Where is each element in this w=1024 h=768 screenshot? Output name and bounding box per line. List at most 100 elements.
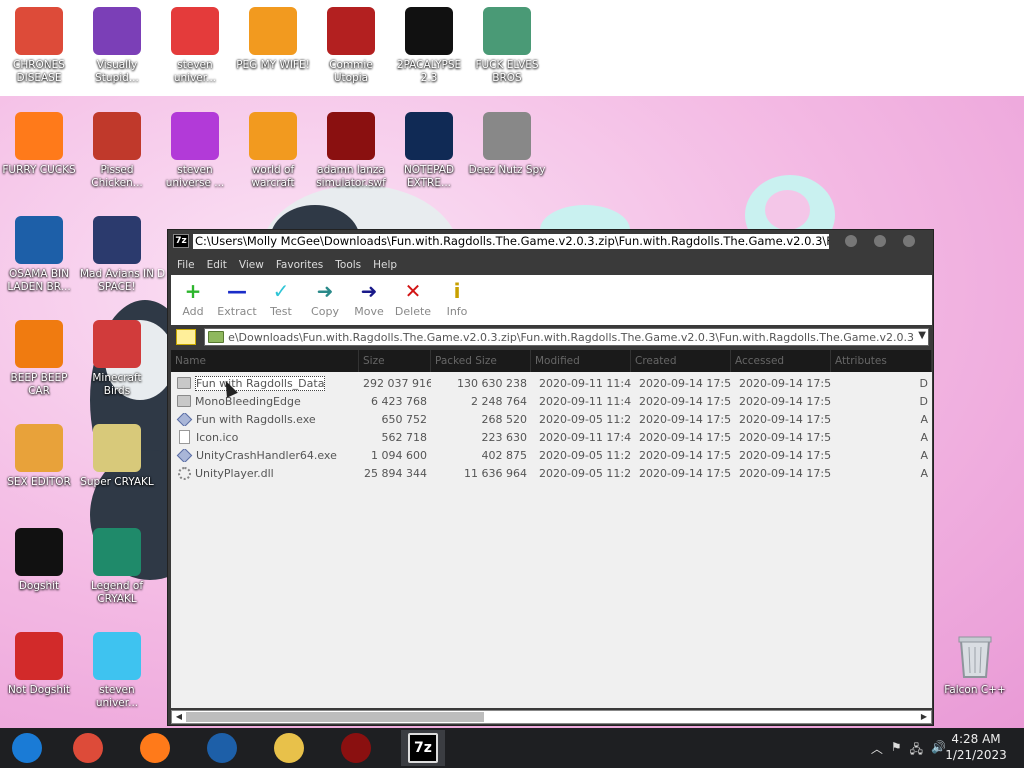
desktop-icon-commie-utopia[interactable]: Commie Utopia: [312, 7, 390, 85]
7zip-app-icon[interactable]: 7z: [173, 234, 189, 248]
desktop-icon-steven-univer[interactable]: steven univer...: [156, 7, 234, 85]
desktop-icon-chrones-disease[interactable]: CHRONES DISEASE: [0, 7, 78, 85]
desktop-icon-deez-nutz-spy[interactable]: Deez Nutz Spy: [468, 112, 546, 177]
address-field[interactable]: C:\Users\Molly McGee\Downloads\Fun.with.…: [204, 328, 929, 346]
file-list[interactable]: Name Size Packed Size Modified Created Access…: [171, 350, 932, 708]
desktop-icon-notepad-extre[interactable]: NOTEPAD EXTRE...: [390, 112, 468, 190]
chevron-down-icon[interactable]: ▼: [918, 330, 926, 341]
table-row[interactable]: UnityCrashHandler64.exe 1 094 600 402 875 2…: [171, 446, 932, 464]
column-attributes[interactable]: Attributes: [831, 350, 932, 372]
table-row[interactable]: Fun with Ragdolls.exe 650 752 268 520 2020-…: [171, 410, 932, 428]
menu-bar: File Edit View Favorites Tools Help: [171, 255, 932, 274]
column-size[interactable]: Size: [359, 350, 431, 372]
up-folder-button[interactable]: [176, 329, 196, 345]
desktop-icon-sex-editor[interactable]: SEX EDITOR: [0, 424, 78, 489]
column-created[interactable]: Created: [631, 350, 731, 372]
extract-button[interactable]: — Extract: [215, 275, 259, 325]
desktop-icon-mad-avians-in-space[interactable]: Mad Avians IN SPACE!: [78, 216, 156, 294]
cell-created: 2020-09-14 17:57: [639, 430, 731, 444]
column-name[interactable]: Name: [171, 350, 359, 372]
menu-favorites[interactable]: Favorites: [270, 259, 329, 271]
desktop-icon-steven-univer[interactable]: steven univer...: [78, 632, 156, 710]
cell-accessed: 2020-09-14 17:57: [739, 448, 831, 462]
column-accessed[interactable]: Accessed: [731, 350, 831, 372]
desktop-icon-minecraft-birds[interactable]: Minecraft Birds: [78, 320, 156, 398]
column-header: Name Size Packed Size Modified Created Access…: [171, 350, 932, 372]
table-row[interactable]: UnityPlayer.dll 25 894 344 11 636 964 2020-…: [171, 464, 932, 482]
taskbar-chrome-button[interactable]: [66, 730, 110, 766]
vlc-icon: [15, 320, 63, 368]
table-row[interactable]: Icon.ico 562 718 223 630 2020-09-11 17:43 20…: [171, 428, 932, 446]
scroll-thumb[interactable]: [186, 712, 484, 722]
add-button[interactable]: + Add: [171, 275, 215, 325]
horizontal-scrollbar[interactable]: ◀ ▶: [171, 710, 932, 724]
scroll-left-button[interactable]: ◀: [173, 712, 185, 722]
taskbar-start-button[interactable]: [5, 730, 49, 766]
file-name: Fun with Ragdolls.exe: [196, 412, 316, 426]
desktop-icon-super-cryakl[interactable]: Super CRYAKL: [78, 424, 156, 489]
flag-icon[interactable]: ⚑: [891, 740, 902, 761]
maximize-button[interactable]: [874, 235, 886, 247]
desktop-icon-visually-stupid[interactable]: Visually Stupid...: [78, 7, 156, 85]
angry-birds-icon: [93, 320, 141, 368]
title-bar[interactable]: 7z C:\Users\Molly McGee\Downloads\Fun.wi…: [168, 230, 933, 253]
move-button[interactable]: ➜ Move: [347, 275, 391, 325]
taskbar-file-explorer-button[interactable]: [267, 730, 311, 766]
7zip-window[interactable]: 7z C:\Users\Molly McGee\Downloads\Fun.wi…: [167, 229, 934, 726]
visual-studio-icon: [93, 7, 141, 55]
start-icon: [12, 733, 42, 763]
address-path[interactable]: C:\Users\Molly McGee\Downloads\Fun.with.…: [228, 331, 914, 344]
toolbar-label: Delete: [394, 305, 432, 318]
desktop-icon-pissed-chicken[interactable]: Pissed Chicken...: [78, 112, 156, 190]
desktop-icon-fuck-elves-bros[interactable]: FUCK ELVES BROS: [468, 7, 546, 85]
test-button[interactable]: ✓ Test: [259, 275, 303, 325]
address-bar: C:\Users\Molly McGee\Downloads\Fun.with.…: [171, 326, 932, 348]
obama-logo-icon: [207, 733, 237, 763]
delete-button[interactable]: ✕ Delete: [391, 275, 435, 325]
desktop-icon-world-of-warcraft[interactable]: world of warcraft: [234, 112, 312, 190]
menu-tools[interactable]: Tools: [329, 259, 367, 271]
taskbar-7zip-button[interactable]: 7z: [401, 730, 445, 766]
desktop-icon-peg-my-wife[interactable]: PEG MY WIFE!: [234, 7, 312, 72]
scroll-right-button[interactable]: ▶: [918, 712, 930, 722]
desktop-icon-legend-of-cryakl[interactable]: Legend of CRYAKL: [78, 528, 156, 606]
desktop-icon-2pacalypse-2-3[interactable]: 2PACALYPSE 2.3: [390, 7, 468, 85]
desktop-icon-falcon-cpp[interactable]: Falcon C++: [936, 632, 1014, 697]
move-icon: ➜: [360, 279, 378, 303]
elf-icon: [483, 7, 531, 55]
cell-packed: 130 630 238: [457, 376, 527, 390]
menu-edit[interactable]: Edit: [201, 259, 233, 271]
copy-button[interactable]: ➜ Copy: [303, 275, 347, 325]
menu-view[interactable]: View: [233, 259, 270, 271]
cell-modified: 2020-09-11 17:43: [539, 430, 631, 444]
table-row[interactable]: MonoBleedingEdge 6 423 768 2 248 764 2020-0…: [171, 392, 932, 410]
menu-help[interactable]: Help: [367, 259, 403, 271]
desktop-icon-steven-universe[interactable]: steven universe ...: [156, 112, 234, 190]
minimize-button[interactable]: [845, 235, 857, 247]
taskbar-obama-logo-button[interactable]: [200, 730, 244, 766]
partial-icon-label: D: [157, 268, 166, 280]
desktop-icon-dogshit[interactable]: Dogshit: [0, 528, 78, 593]
column-modified[interactable]: Modified: [531, 350, 631, 372]
windows-stack-icon: [483, 112, 531, 160]
gear-icon: [178, 466, 191, 480]
desktop-icon-osama-bin-laden-br[interactable]: OSAMA BIN LADEN BR...: [0, 216, 78, 294]
desktop-icon-not-dogshit[interactable]: Not Dogshit: [0, 632, 78, 697]
cell-modified: 2020-09-05 11:21: [539, 448, 631, 462]
info-button[interactable]: i Info: [435, 275, 479, 325]
toolbar: + Add — Extract ✓ Test ➜ Copy ➜ Move ✕ Delete i Info: [171, 275, 932, 325]
menu-file[interactable]: File: [171, 259, 201, 271]
taskbar-firefox-button[interactable]: [133, 730, 177, 766]
cell-accessed: 2020-09-14 17:57: [739, 376, 831, 390]
network-icon[interactable]: 🖧: [910, 740, 923, 761]
desktop-icon-adamn-lanza-simulator-swf[interactable]: adamn lanza simulator.swf: [312, 112, 390, 190]
column-packed-size[interactable]: Packed Size: [431, 350, 531, 372]
chevron-up-icon[interactable]: ︿: [871, 740, 883, 761]
table-row[interactable]: Fun with Ragdolls_Data 292 037 916 130 630…: [171, 374, 932, 392]
close-button[interactable]: [903, 235, 915, 247]
file-name: UnityPlayer.dll: [195, 466, 274, 480]
clock[interactable]: 4:28 AM 1/21/2023: [944, 731, 1008, 763]
desktop-icon-furry-cucks[interactable]: FURRY CUCKS: [0, 112, 78, 177]
desktop-icon-beep-beep-car[interactable]: BEEP BEEP CAR: [0, 320, 78, 398]
taskbar-flash-button[interactable]: [334, 730, 378, 766]
